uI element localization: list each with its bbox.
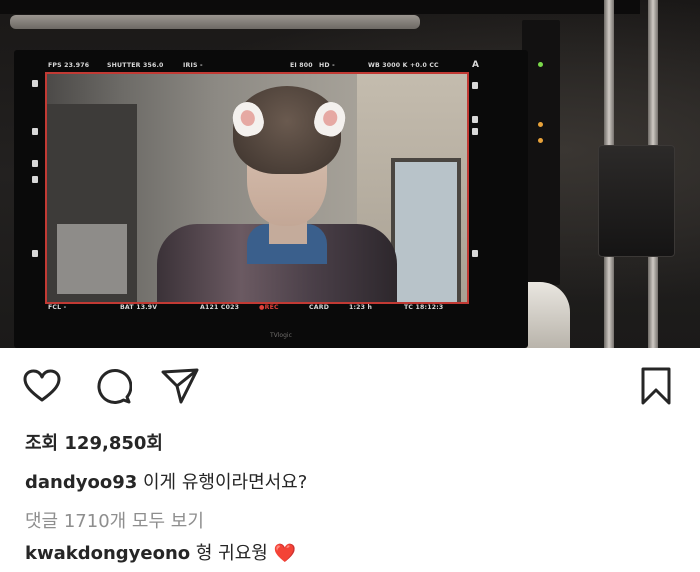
osd-remaining: 1:23 h: [349, 304, 373, 311]
osd-battery: BAT 13.9V: [120, 304, 158, 311]
share-icon: [161, 368, 199, 404]
osd-marker: A: [472, 60, 480, 70]
caption-username[interactable]: dandyoo93: [25, 472, 137, 493]
status-led: [538, 62, 543, 67]
osd-quality: HD -: [319, 62, 335, 69]
osd-shutter: SHUTTER 356.0: [107, 62, 164, 69]
osd-iris: IRIS -: [183, 62, 203, 69]
like-button[interactable]: [20, 366, 64, 406]
monitor-side-tick: [472, 82, 478, 89]
comment-icon: [97, 368, 132, 404]
comment-username[interactable]: kwakdongyeono: [25, 543, 190, 564]
osd-lens: FCL -: [48, 304, 67, 311]
monitor-side-tick: [472, 128, 478, 135]
bookmark-icon: [641, 367, 671, 405]
save-button[interactable]: [634, 366, 678, 406]
monitor-side-tick: [32, 128, 38, 135]
osd-iso: EI 800: [290, 62, 313, 69]
comment-text: 형 귀요웡: [195, 543, 268, 564]
monitor-side-tick: [32, 160, 38, 167]
light-fixture: [10, 15, 420, 29]
osd-rec: ●REC: [259, 304, 279, 311]
heart-icon: [23, 369, 61, 402]
monitor-side-tick: [32, 250, 38, 257]
caption: dandyoo93 이게 유행이라면서요?: [25, 468, 307, 494]
heart-emoji-icon: ❤️: [273, 543, 297, 564]
osd-timecode: TC 18:12:3: [404, 304, 444, 311]
comment-button[interactable]: [91, 366, 135, 406]
comment: kwakdongyeono 형 귀요웡 ❤️: [25, 539, 296, 565]
window: [391, 158, 461, 302]
monitor-brand: TVlogic: [270, 332, 292, 339]
osd-white-balance: WB 3000 K +0.0 CC: [368, 62, 439, 69]
osd-clip: A121 C023: [200, 304, 240, 311]
osd-fps: FPS 23.976: [48, 62, 90, 69]
view-count-value: 129,850회: [64, 433, 163, 454]
ceiling-rig: [0, 0, 640, 14]
caption-text: 이게 유행이라면서요?: [142, 472, 308, 493]
monitor-side-tick: [472, 250, 478, 257]
status-led: [538, 138, 543, 143]
view-count: 조회 129,850회: [25, 429, 163, 455]
share-button[interactable]: [158, 366, 202, 406]
osd-card: CARD: [309, 304, 330, 311]
rod-clamp: [598, 145, 675, 257]
monitor-side-tick: [32, 80, 38, 87]
door: [47, 104, 137, 302]
post-photo[interactable]: TVlogic FPS 23.976 SHUTTER 356.0 IRIS - …: [0, 0, 700, 348]
status-led: [538, 122, 543, 127]
view-all-comments-link[interactable]: 댓글 1710개 모두 보기: [25, 507, 204, 533]
monitor-screen: [45, 72, 469, 304]
view-count-label: 조회: [25, 433, 59, 454]
monitor-side-tick: [472, 116, 478, 123]
monitor-side-tick: [32, 176, 38, 183]
